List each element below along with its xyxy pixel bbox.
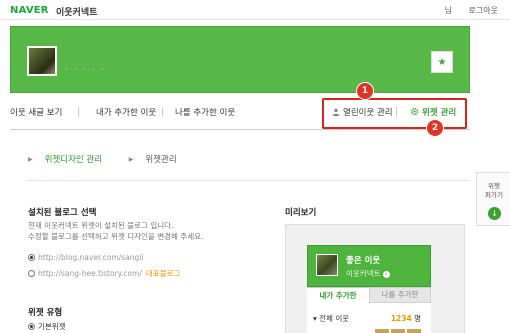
widget-type-title: 위젯 유형: [28, 308, 63, 318]
highlight-box: [322, 98, 467, 129]
logout-link[interactable]: 로그아웃: [469, 6, 498, 15]
annotation-badge-1: 1: [357, 83, 373, 99]
tab-widget-manage-label: 위젯관리: [145, 155, 177, 165]
widget-share-line2: 퍼가기: [485, 191, 503, 199]
profile-name: · · · · ·: [65, 65, 106, 74]
nav-divider: [78, 107, 79, 117]
preview-thumb: [407, 329, 421, 333]
preview-tabs: 내가 추가한 나를 추가한: [307, 287, 431, 303]
preview-thumbs: [313, 329, 425, 333]
preview-count-value: 1234: [390, 314, 412, 323]
nav-new-posts[interactable]: 이웃 새글 보기: [10, 106, 62, 118]
preview-thumb: [375, 329, 389, 333]
preview-count: 1234 명: [391, 313, 421, 324]
widget-share-line1: 위젯: [488, 182, 500, 190]
user-links: 님 로그아웃: [431, 5, 498, 16]
install-section-title: 설치된 블로그 선택: [28, 208, 97, 218]
nav-followers[interactable]: 나를 추가한 이웃: [175, 106, 235, 118]
sub-tabs: ▶ 위젯디자인 관리 ▶ 위젯관리: [28, 153, 201, 165]
arrow-right-icon: ▶: [128, 156, 134, 163]
arrow-right-icon: ▶: [28, 156, 33, 163]
nav-divider: [162, 107, 163, 117]
blog-url-1: http://blog.naver.com/sangii: [38, 253, 144, 262]
representative-blog-label: 대표블로그: [145, 269, 181, 278]
widget-type-option-1[interactable]: 기본위젯: [28, 321, 66, 332]
radio-unselected[interactable]: [28, 270, 35, 277]
preview-widget-header: 좋은 이웃 이웃커넥트 ›: [307, 245, 431, 287]
preview-panel: 좋은 이웃 이웃커넥트 › 내가 추가한 나를 추가한 ▾ 전체 이웃 1234 …: [285, 224, 465, 333]
preview-widget-sub-label: 이웃커넥트: [346, 269, 381, 278]
preview-widget-sub: 이웃커넥트 ›: [346, 268, 390, 279]
profile-header: · · · · · ★: [10, 26, 470, 93]
widget-type-option-label: 기본위젯: [38, 322, 66, 331]
user-suffix: 님: [444, 6, 452, 15]
radio-selected[interactable]: [28, 323, 35, 330]
arrow-circle-icon: ›: [382, 271, 390, 278]
profile-avatar: [27, 46, 57, 76]
naver-logo[interactable]: NAVER: [10, 5, 49, 16]
preview-title: 미리보기: [285, 208, 317, 218]
tab-widget-manage[interactable]: ▶ 위젯관리: [129, 155, 189, 165]
radio-selected[interactable]: [28, 254, 35, 261]
widget-share-label: 위젯 퍼가기: [477, 182, 510, 200]
download-icon: ↓: [488, 207, 501, 220]
preview-row-text: 전체 이웃: [319, 314, 350, 323]
preview-tab-followers[interactable]: 나를 추가한: [369, 287, 431, 303]
favorite-button[interactable]: ★: [431, 51, 453, 73]
preview-thumb: [391, 329, 405, 333]
install-desc-line1: 현재 이웃커넥트 위젯이 설치된 블로그 입니다.: [28, 221, 174, 230]
blog-url-2: http://sang-hee.tistory.com/: [38, 269, 142, 278]
service-title[interactable]: 이웃커넥트: [56, 5, 97, 18]
blog-option-2[interactable]: http://sang-hee.tistory.com/대표블로그: [28, 268, 180, 279]
nav-added-neighbors[interactable]: 내가 추가한 이웃: [96, 106, 156, 118]
widget-share-button[interactable]: 위젯 퍼가기 ↓: [476, 172, 510, 226]
preview-list: ▾ 전체 이웃 1234 명: [307, 303, 431, 333]
preview-count-unit: 명: [414, 314, 421, 323]
tab-widget-design[interactable]: ▶ 위젯디자인 관리: [28, 155, 114, 165]
blog-option-1[interactable]: http://blog.naver.com/sangii: [28, 253, 143, 262]
top-bar: NAVER 이웃커넥트 님 로그아웃: [0, 0, 510, 20]
section-divider: [28, 180, 468, 181]
preview-tab-added[interactable]: 내가 추가한: [307, 287, 369, 303]
preview-widget-title: 좋은 이웃: [346, 256, 381, 266]
star-icon: ★: [437, 56, 447, 68]
annotation-badge-2: 2: [427, 120, 443, 136]
install-desc-line2: 수정할 블로그를 선택하고 위젯 디자인을 변경해 주세요.: [28, 232, 204, 241]
tab-widget-design-label: 위젯디자인 관리: [44, 155, 103, 165]
preview-avatar: [316, 254, 338, 276]
